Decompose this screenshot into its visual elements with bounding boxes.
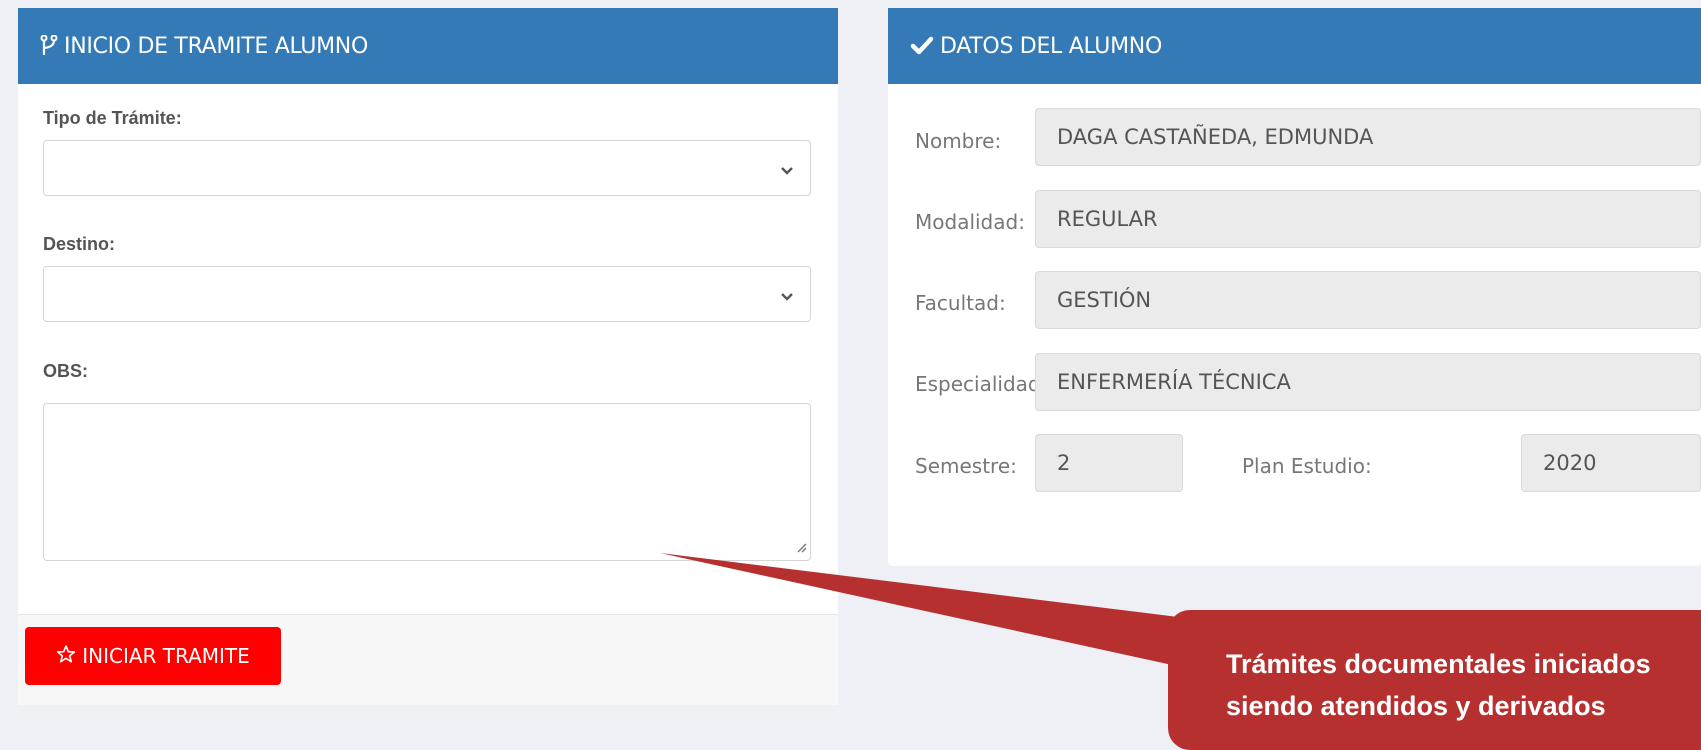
callout-line-2: siendo atendidos y derivados [1226,690,1606,721]
callout-note: Trámites documentales iniciados siendo a… [1168,610,1701,750]
callout-arrow [660,553,1186,668]
callout-line-1: Trámites documentales iniciados [1226,649,1651,679]
